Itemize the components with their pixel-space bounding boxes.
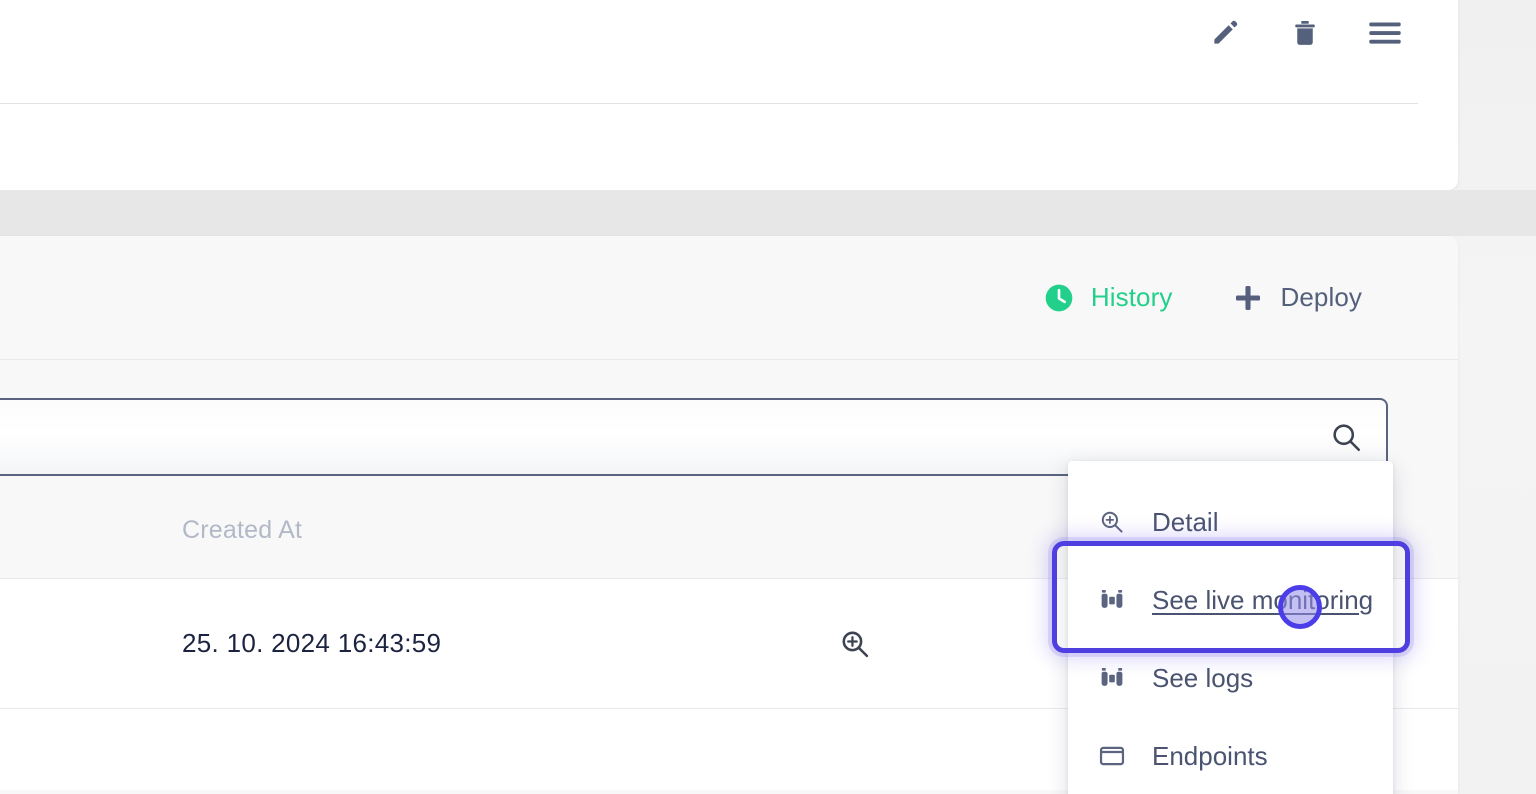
menu-item-see-live-monitoring[interactable]: See live monitoring	[1068, 561, 1393, 639]
list-toolbar: History Deploy	[0, 236, 1458, 360]
delete-icon[interactable]	[1288, 16, 1322, 50]
column-header-created-at: Created At	[182, 515, 303, 544]
zoom-in-icon	[1096, 506, 1128, 538]
zoom-in-icon[interactable]	[838, 627, 872, 661]
history-button[interactable]: History	[1043, 282, 1173, 314]
binoculars-icon	[1096, 584, 1128, 616]
menu-item-endpoints[interactable]: Endpoints	[1068, 717, 1393, 794]
binoculars-icon	[1096, 662, 1128, 694]
plus-icon	[1232, 282, 1264, 314]
deploy-button-label: Deploy	[1280, 282, 1362, 312]
menu-item-detail[interactable]: Detail	[1068, 483, 1393, 561]
cell-created-at: 25. 10. 2024 16:43:59	[182, 628, 442, 658]
deploy-button[interactable]: Deploy	[1232, 282, 1362, 314]
row-context-menu: Detail See live monitoring See logs Endp…	[1068, 461, 1393, 794]
history-button-label: History	[1090, 282, 1173, 312]
clock-icon	[1043, 282, 1075, 314]
edit-icon[interactable]	[1208, 16, 1242, 50]
menu-item-label: Endpoints	[1152, 740, 1268, 771]
detail-card-divider	[0, 103, 1418, 104]
menu-item-label: See live monitoring	[1152, 584, 1374, 615]
section-separator-band	[0, 190, 1536, 236]
menu-item-label: Detail	[1152, 506, 1219, 537]
app-root: History Deploy Created At 25. 10. 2024 1…	[0, 0, 1536, 794]
menu-item-see-logs[interactable]: See logs	[1068, 639, 1393, 717]
menu-icon[interactable]	[1368, 16, 1402, 50]
menu-item-label: See logs	[1152, 662, 1254, 693]
window-icon	[1096, 740, 1128, 772]
detail-card	[0, 0, 1458, 190]
detail-card-actions	[1208, 16, 1402, 50]
